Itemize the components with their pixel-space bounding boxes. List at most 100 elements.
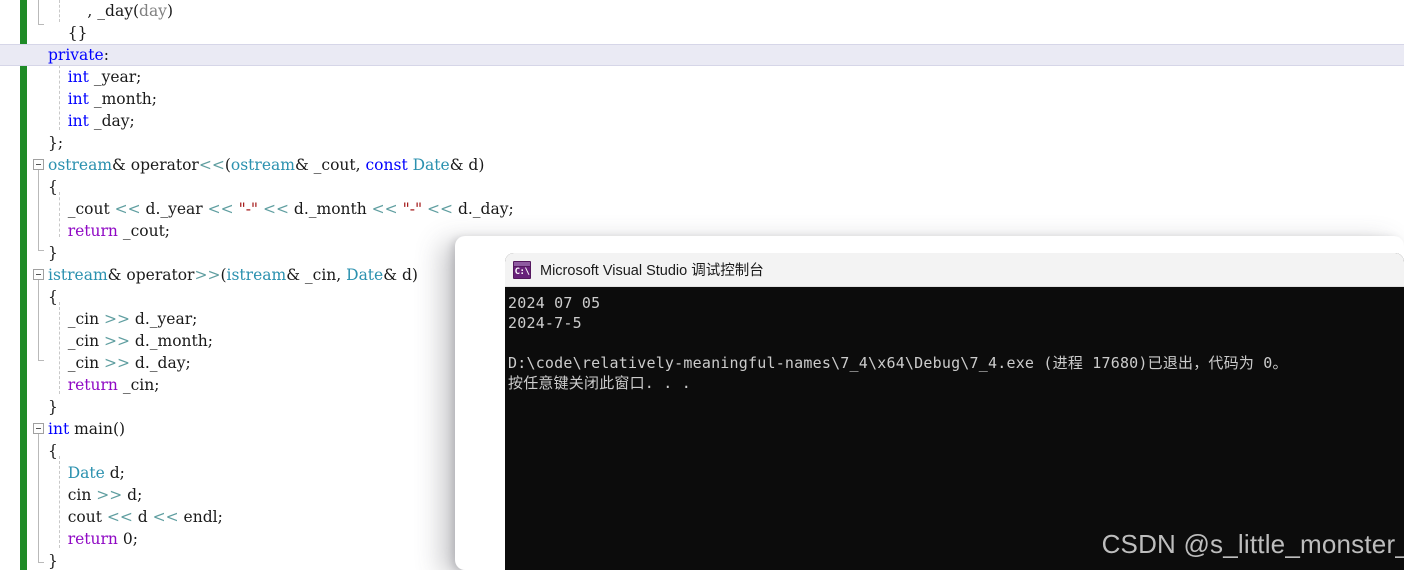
code-line-text: { (48, 286, 58, 308)
code-token: istream (48, 266, 108, 284)
code-token: istream (226, 266, 287, 284)
code-line[interactable]: _cout << d._year << "-" << d._month << "… (0, 198, 1404, 220)
code-token: operator (126, 266, 195, 284)
code-line-text: { (48, 440, 58, 462)
code-token: {} (48, 24, 88, 42)
code-token: { (48, 442, 58, 460)
csdn-watermark: CSDN @s_little_monster_ (1101, 529, 1404, 559)
code-line-text: cin >> d; (48, 484, 143, 506)
code-token: & (112, 156, 131, 174)
code-line-text: return _cout; (48, 220, 170, 242)
code-line[interactable]: int _month; (0, 88, 1404, 110)
code-token: _cout (48, 200, 115, 218)
code-token: & _cin, (286, 266, 347, 284)
console-output-line: 2024 07 05 (508, 294, 601, 312)
code-token: : (103, 46, 109, 64)
code-token: _day (97, 2, 133, 20)
code-token: ) (166, 2, 173, 20)
code-token: & (107, 266, 127, 284)
code-token: } (48, 552, 58, 570)
code-token: private (48, 46, 104, 64)
console-output-line: 2024-7-5 (508, 314, 582, 332)
code-line[interactable]: {} (0, 22, 1404, 44)
collapse-toggle-icon[interactable] (33, 269, 44, 280)
code-token: return (67, 222, 118, 240)
code-line-text: int main() (48, 418, 125, 440)
code-line[interactable]: ostream& operator<<(ostream& _cout, cons… (0, 154, 1404, 176)
code-token: d._month (288, 200, 372, 218)
code-token: day (139, 2, 167, 20)
code-token: >> (104, 332, 130, 350)
code-line-text: int _day; (48, 110, 135, 132)
code-token: d; (122, 486, 143, 504)
debug-console-window[interactable]: C:\ Microsoft Visual Studio 调试控制台 2024 0… (505, 253, 1404, 570)
code-token: } (48, 398, 58, 416)
code-line[interactable]: return _cout; (0, 220, 1404, 242)
code-token: "-" (402, 200, 423, 218)
code-token: cin (48, 486, 97, 504)
code-line[interactable]: }; (0, 132, 1404, 154)
code-line[interactable]: int _year; (0, 66, 1404, 88)
code-line-text: } (48, 242, 58, 264)
code-line[interactable]: private: (0, 44, 1404, 66)
code-token: () (113, 420, 126, 438)
console-output-line: 按任意键关闭此窗口. . . (508, 374, 691, 392)
code-token: cout (48, 508, 107, 526)
code-line-text: istream& operator>>(istream& _cin, Date&… (48, 264, 418, 286)
code-line-text: } (48, 396, 58, 418)
code-token: << (114, 200, 141, 218)
code-token: d._year; (130, 310, 198, 328)
code-token: << (427, 200, 454, 218)
code-token: << (263, 200, 289, 218)
code-token: "-" (238, 200, 259, 218)
collapse-toggle-icon[interactable] (33, 159, 44, 170)
console-titlebar[interactable]: C:\ Microsoft Visual Studio 调试控制台 (505, 253, 1404, 287)
code-token: Date (67, 464, 105, 482)
code-token: main (74, 420, 113, 438)
console-output-line: D:\code\relatively-meaningful-names\7_4\… (508, 354, 1288, 372)
code-token: }; (48, 134, 64, 152)
code-token: & d) (449, 156, 485, 174)
code-line-text: _cin >> d._day; (48, 352, 191, 374)
code-token: _cin (48, 354, 105, 372)
code-token: _cin (48, 332, 105, 350)
code-line[interactable]: , _day(day) (0, 0, 1404, 22)
code-token: , (48, 2, 98, 20)
code-token: _year; (88, 68, 142, 86)
code-line-text: _cin >> d._year; (48, 308, 198, 330)
code-token: const (365, 156, 408, 174)
code-token: << (198, 156, 225, 174)
code-line-text: private: (48, 44, 109, 66)
code-token: d._day; (130, 354, 191, 372)
code-token: return (67, 376, 118, 394)
console-window-title: Microsoft Visual Studio 调试控制台 (540, 263, 764, 279)
code-token: ; (132, 530, 138, 548)
code-token: int (67, 112, 89, 130)
collapse-toggle-icon[interactable] (33, 423, 44, 434)
code-line-text: _cout << d._year << "-" << d._month << "… (48, 198, 514, 220)
code-token: int (67, 90, 89, 108)
code-token: << (371, 200, 398, 218)
console-output-area[interactable]: 2024 07 05 2024-7-5 D:\code\relatively-me… (505, 287, 1404, 570)
code-line[interactable]: int _day; (0, 110, 1404, 132)
code-line-text: return 0; (48, 528, 138, 550)
code-line-text: { (48, 176, 58, 198)
code-token: _month; (88, 90, 158, 108)
console-output-lines: 2024 07 05 2024-7-5 D:\code\relatively-me… (508, 293, 1404, 393)
code-token: Date (412, 156, 450, 174)
console-app-icon: C:\ (513, 260, 531, 279)
console-icon-glyph: C:\ (514, 266, 530, 277)
code-line-text: int _month; (48, 88, 157, 110)
code-line-text: } (48, 550, 58, 570)
code-token: ostream (230, 156, 295, 174)
code-token: >> (104, 310, 130, 328)
code-line[interactable]: { (0, 176, 1404, 198)
code-token: return (67, 530, 118, 548)
